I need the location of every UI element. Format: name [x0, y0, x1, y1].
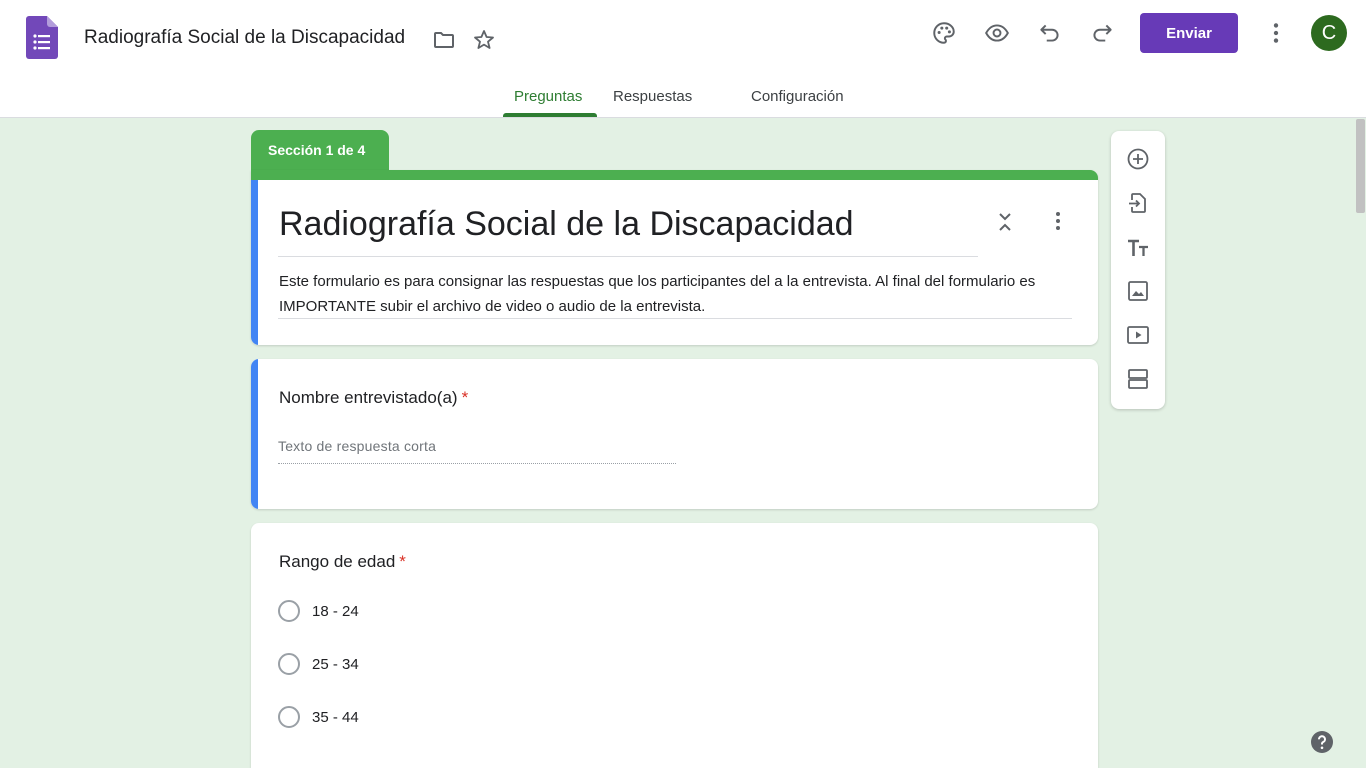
radio-option[interactable]: 25 - 34: [278, 652, 359, 676]
scrollbar-thumb[interactable]: [1356, 119, 1365, 213]
section-more-icon[interactable]: [1047, 209, 1069, 233]
add-title-icon[interactable]: [1126, 236, 1150, 260]
google-forms-logo-icon[interactable]: [26, 16, 58, 59]
question-title[interactable]: Rango de edad *: [279, 552, 406, 572]
add-image-icon[interactable]: [1126, 279, 1150, 303]
question-title-text: Nombre entrevistado(a): [279, 388, 458, 407]
description-underline: [278, 318, 1072, 319]
star-icon[interactable]: [472, 28, 496, 52]
account-avatar[interactable]: C: [1311, 15, 1347, 51]
section-label: Sección 1 de 4: [251, 130, 389, 172]
option-label: 18 - 24: [312, 602, 359, 620]
floating-toolbar: [1111, 131, 1165, 409]
tab-settings[interactable]: Configuración: [751, 88, 844, 105]
palette-icon[interactable]: [931, 20, 957, 46]
option-label: 35 - 44: [312, 708, 359, 726]
required-asterisk: *: [399, 552, 406, 571]
import-questions-icon[interactable]: [1126, 191, 1150, 215]
form-header-card[interactable]: Radiografía Social de la Discapacidad Es…: [251, 170, 1098, 345]
send-button[interactable]: Enviar: [1140, 13, 1238, 53]
document-title[interactable]: Radiografía Social de la Discapacidad: [84, 27, 405, 49]
tab-questions[interactable]: Preguntas: [514, 88, 582, 105]
question-card[interactable]: Rango de edad * 18 - 24 25 - 34 35 - 44: [251, 523, 1098, 768]
collapse-icon[interactable]: [994, 210, 1016, 234]
add-video-icon[interactable]: [1126, 323, 1150, 347]
option-label: 25 - 34: [312, 655, 359, 673]
add-question-icon[interactable]: [1126, 147, 1150, 171]
focus-accent-bar: [251, 180, 258, 345]
top-bar: Radiografía Social de la Discapacidad En…: [0, 0, 1366, 118]
page-scrollbar[interactable]: [1354, 119, 1366, 768]
required-asterisk: *: [461, 388, 469, 407]
folder-icon[interactable]: [432, 28, 456, 52]
radio-option[interactable]: 35 - 44: [278, 705, 359, 729]
preview-icon[interactable]: [984, 20, 1010, 46]
question-title[interactable]: Nombre entrevistado(a) *: [279, 388, 468, 408]
radio-circle-icon[interactable]: [278, 706, 300, 728]
question-card[interactable]: Nombre entrevistado(a) * Texto de respues…: [251, 359, 1098, 509]
radio-circle-icon[interactable]: [278, 653, 300, 675]
short-answer-placeholder: Texto de respuesta corta: [278, 438, 676, 464]
active-tab-indicator: [503, 113, 597, 117]
form-title[interactable]: Radiografía Social de la Discapacidad: [279, 205, 854, 244]
redo-icon[interactable]: [1089, 20, 1115, 46]
radio-circle-icon[interactable]: [278, 600, 300, 622]
tab-responses[interactable]: Respuestas: [613, 88, 692, 105]
title-underline: [278, 256, 978, 257]
help-icon[interactable]: [1310, 730, 1334, 754]
add-section-icon[interactable]: [1126, 367, 1150, 391]
radio-option[interactable]: 18 - 24: [278, 599, 359, 623]
more-vert-icon[interactable]: [1263, 20, 1289, 46]
focus-accent-bar: [251, 359, 258, 509]
question-title-text: Rango de edad: [279, 552, 396, 571]
undo-icon[interactable]: [1037, 20, 1063, 46]
form-description[interactable]: Este formulario es para consignar las re…: [279, 269, 1039, 319]
